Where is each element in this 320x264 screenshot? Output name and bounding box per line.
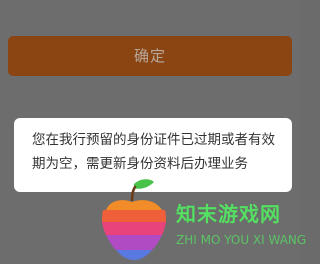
confirm-button[interactable]: 确定 [8, 36, 292, 76]
modal-overlay: 确定 您在我行预留的身份证件已过期或者有效期为空，需更新身份资料后办理业务 知末… [0, 0, 306, 264]
watermark: 知末游戏网 ZHI MO YOU XI WANG [96, 176, 306, 264]
apple-logo-icon [102, 179, 166, 260]
watermark-title: 知末游戏网 [176, 202, 281, 226]
watermark-subtitle: ZHI MO YOU XI WANG [176, 233, 307, 247]
dialog-message: 您在我行预留的身份证件已过期或者有效期为空，需更新身份资料后办理业务 [32, 132, 275, 172]
